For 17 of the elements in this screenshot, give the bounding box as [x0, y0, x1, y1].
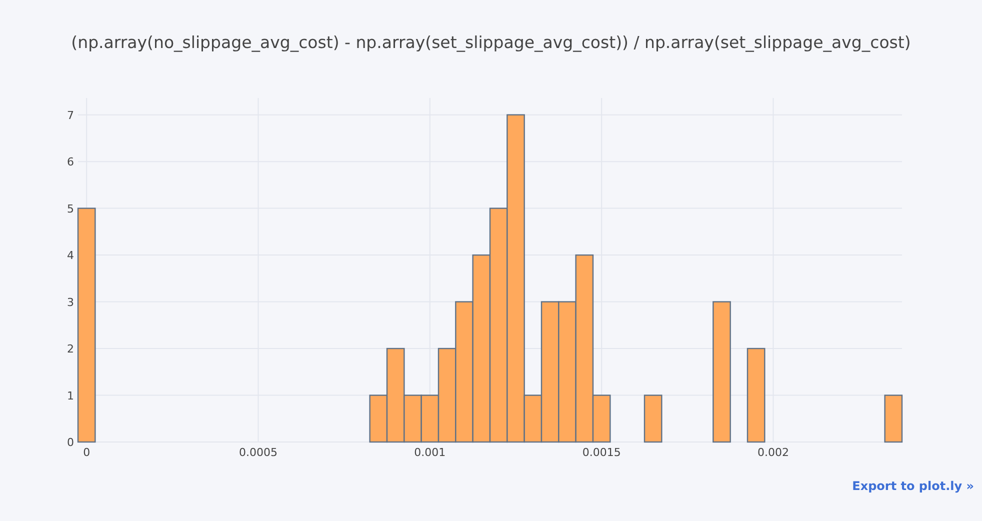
- y-axis-tick-label: 1: [67, 389, 74, 402]
- y-axis-tick-label: 2: [67, 342, 74, 356]
- x-axis-tick-label: 0: [83, 446, 90, 459]
- histogram-bar: [644, 394, 662, 443]
- y-axis-tick-label: 6: [67, 156, 74, 169]
- x-axis-tick-label: 0.0015: [582, 446, 621, 459]
- x-axis-tick-label: 0.002: [758, 446, 789, 459]
- x-axis-tick-label: 0.0005: [239, 446, 278, 459]
- y-axis-tick-label: 0: [67, 436, 74, 449]
- x-axis-tick-label: 0.001: [414, 446, 446, 459]
- chart-title: (np.array(no_slippage_avg_cost) - np.array(set_slippage_avg_cost)) / np.array(set_slippage_avg_cost): [71, 33, 911, 52]
- y-axis-tick-label: 7: [67, 108, 74, 122]
- y-axis-tick-label: 3: [67, 296, 74, 309]
- export-link[interactable]: Export to plot.ly »: [852, 479, 974, 493]
- y-axis-tick-label: 4: [67, 249, 74, 262]
- histogram-bar: [884, 394, 903, 443]
- y-axis-tick-label: 5: [67, 202, 74, 216]
